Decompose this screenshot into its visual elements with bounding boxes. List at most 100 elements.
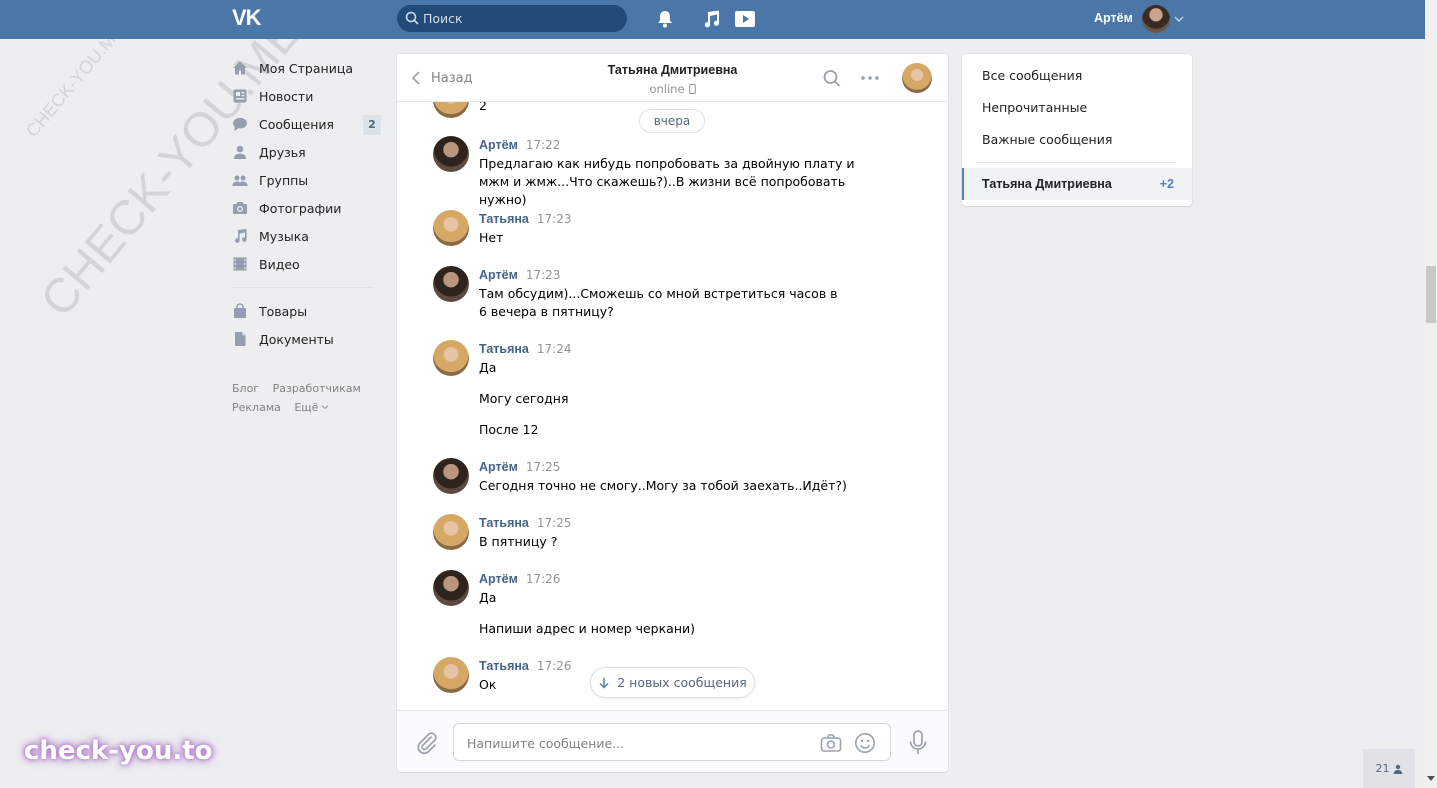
avatar[interactable] — [433, 514, 469, 550]
play-icon[interactable] — [733, 9, 757, 29]
nav-label: Группы — [259, 172, 309, 188]
music-icon — [235, 229, 247, 243]
online-count: 21 — [1375, 762, 1390, 775]
nav-label: Документы — [259, 331, 334, 347]
message-history[interactable]: 2 вчера Артём 17:22 Предлагаю как нибудь … — [397, 102, 948, 710]
bag-icon — [234, 303, 246, 318]
video-icon — [233, 257, 247, 271]
footer-link-more[interactable]: Ещё — [294, 401, 329, 414]
avatar[interactable] — [433, 570, 469, 606]
home-icon — [233, 61, 247, 75]
online-friends-widget[interactable]: 21 — [1363, 749, 1415, 788]
message-time[interactable]: 17:23 — [526, 268, 561, 282]
message-time[interactable]: 17:26 — [526, 572, 561, 586]
nav-label: Друзья — [259, 144, 306, 160]
panel-divider — [976, 162, 1176, 163]
nav-item-friends[interactable]: Друзья — [230, 138, 380, 166]
top-user-menu[interactable]: Артём — [1088, 0, 1188, 39]
avatar[interactable] — [433, 136, 469, 172]
avatar[interactable] — [433, 210, 469, 246]
avatar[interactable] — [433, 340, 469, 376]
peer-avatar[interactable] — [902, 63, 932, 93]
scrollbar-thumb[interactable] — [1426, 266, 1436, 323]
left-nav: Моя Страница Новости Сообщения 2 Друзья … — [230, 54, 381, 417]
camera-icon — [233, 202, 247, 214]
footer-link-developers[interactable]: Разработчикам — [273, 382, 361, 395]
music-note-icon[interactable] — [701, 9, 721, 29]
nav-item-documents[interactable]: Документы — [230, 325, 380, 353]
friend-icon — [234, 145, 246, 159]
avatar[interactable] — [433, 102, 469, 118]
smile-icon[interactable] — [854, 732, 876, 754]
message-time[interactable]: 17:24 — [537, 342, 572, 356]
chat-header: Назад Татьяна Дмитриевна online — [397, 54, 948, 102]
nav-item-groups[interactable]: Группы — [230, 166, 380, 194]
message-author[interactable]: Татьяна 17:25 — [479, 516, 571, 530]
message-time[interactable]: 17:26 — [537, 659, 572, 673]
message-time[interactable]: 17:25 — [526, 460, 561, 474]
nav-item-news[interactable]: Новости — [230, 82, 380, 110]
message-text: Да Напиши адрес и номер черкани) — [479, 590, 696, 636]
filter-important[interactable]: Важные сообщения — [982, 132, 1112, 147]
nav-item-my-page[interactable]: Моя Страница — [230, 54, 380, 82]
message-author[interactable]: Артём 17:26 — [479, 572, 560, 586]
document-icon — [235, 332, 246, 346]
message-author[interactable]: Татьяна 17:24 — [479, 342, 571, 356]
nav-label: Фотографии — [259, 200, 342, 216]
footer-link-blog[interactable]: Блог — [232, 382, 259, 395]
message-text: Да Могу сегодня После 12 — [479, 360, 569, 437]
message-time[interactable]: 17:22 — [526, 138, 561, 152]
footer-link-ads[interactable]: Реклама — [232, 401, 281, 414]
nav-item-goods[interactable]: Товары — [230, 297, 380, 325]
user-icon — [1393, 764, 1402, 774]
scroll-down-icon[interactable] — [1427, 774, 1435, 782]
message-text: В пятницу ? — [479, 534, 558, 549]
nav-footer: Блог Разработчикам Реклама Ещё — [232, 379, 380, 417]
nav-label: Видео — [259, 256, 300, 272]
message-text: Сегодня точно не смогу..Могу за тобой за… — [479, 478, 847, 493]
filter-unread[interactable]: Непрочитанные — [982, 100, 1087, 115]
top-avatar — [1142, 5, 1170, 33]
microphone-icon[interactable] — [908, 730, 928, 756]
chat-panel: Назад Татьяна Дмитриевна online 2 вчера … — [397, 54, 948, 772]
active-dialog-item[interactable]: Татьяна Дмитриевна +2 — [962, 168, 1192, 200]
mobile-phone-icon — [688, 84, 696, 94]
search-input[interactable] — [423, 9, 618, 28]
camera-icon[interactable] — [820, 733, 842, 753]
message-author[interactable]: Татьяна 17:23 — [479, 212, 571, 226]
nav-item-video[interactable]: Видео — [230, 250, 380, 278]
message-input-box[interactable] — [453, 723, 891, 761]
chevron-down-icon — [322, 405, 329, 410]
bell-icon[interactable] — [655, 9, 675, 29]
message-composer — [397, 710, 948, 772]
peer-status-text: online — [649, 82, 685, 96]
more-dots-icon[interactable] — [860, 69, 880, 87]
messages-count-badge: 2 — [363, 115, 381, 135]
message-author[interactable]: Артём 17:23 — [479, 268, 560, 282]
message-time[interactable]: 17:23 — [537, 212, 572, 226]
avatar[interactable] — [433, 657, 469, 693]
top-bar: VK Артём — [0, 0, 1425, 39]
avatar[interactable] — [433, 266, 469, 302]
filter-all-messages[interactable]: Все сообщения — [982, 68, 1082, 83]
paperclip-icon[interactable] — [416, 731, 438, 755]
groups-icon — [232, 175, 248, 186]
nav-label: Новости — [259, 88, 314, 104]
message-author[interactable]: Татьяна 17:26 — [479, 659, 571, 673]
page-scrollbar[interactable] — [1425, 0, 1437, 788]
message-author[interactable]: Артём 17:22 — [479, 138, 560, 152]
vk-logo[interactable]: VK — [232, 7, 266, 29]
nav-item-music[interactable]: Музыка — [230, 222, 380, 250]
message-input[interactable] — [467, 733, 807, 753]
message-author[interactable]: Артём 17:25 — [479, 460, 560, 474]
new-messages-label: 2 новых сообщения — [617, 675, 747, 690]
nav-divider — [232, 287, 374, 288]
message-time[interactable]: 17:25 — [537, 516, 572, 530]
search-icon[interactable] — [822, 69, 842, 87]
search-box[interactable] — [397, 5, 627, 32]
nav-item-photos[interactable]: Фотографии — [230, 194, 380, 222]
nav-label: Сообщения — [259, 116, 335, 132]
nav-item-messages[interactable]: Сообщения 2 — [230, 110, 381, 138]
avatar[interactable] — [433, 458, 469, 494]
new-messages-button[interactable]: 2 новых сообщения — [590, 667, 755, 698]
